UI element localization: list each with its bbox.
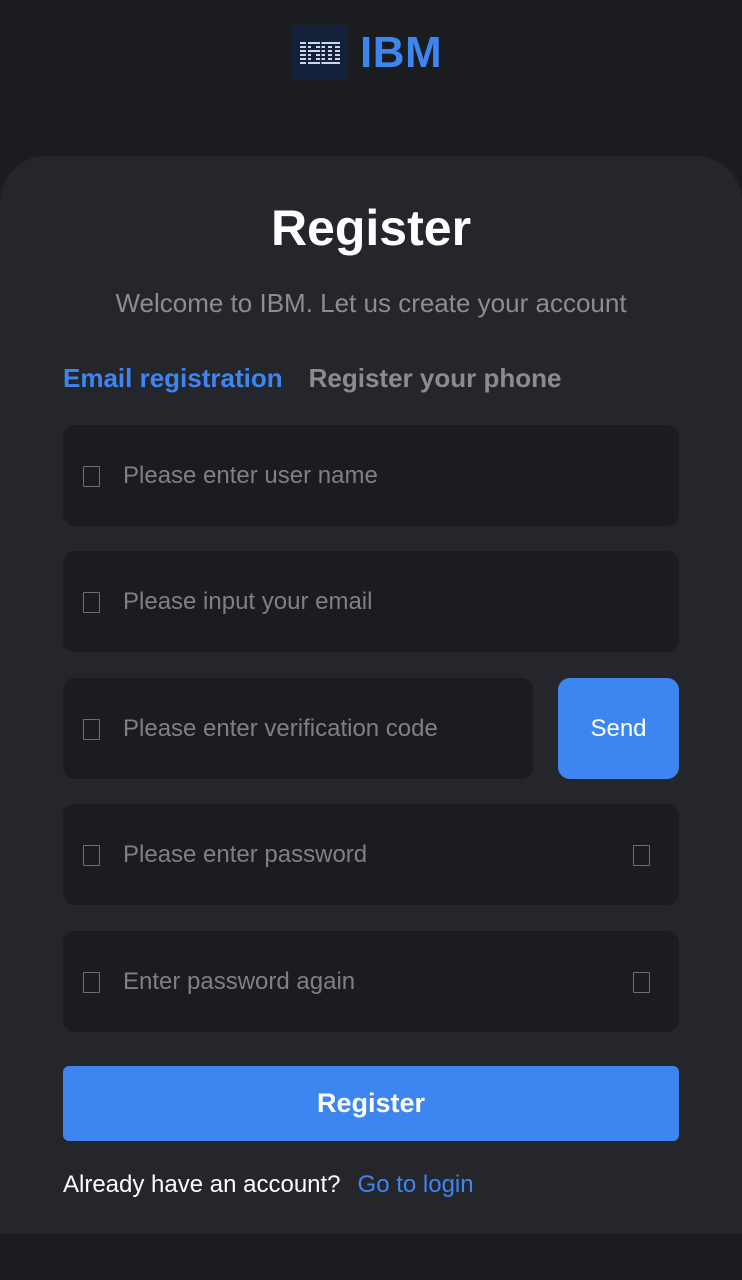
login-question: Already have an account? bbox=[63, 1171, 341, 1198]
eye-icon[interactable] bbox=[633, 845, 650, 866]
registration-tabs: Email registration Register your phone bbox=[63, 362, 561, 394]
go-to-login-link[interactable]: Go to login bbox=[358, 1170, 474, 1200]
register-button[interactable]: Register bbox=[63, 1066, 679, 1141]
email-field bbox=[63, 551, 679, 652]
mail-icon bbox=[83, 592, 100, 613]
verification-code-input[interactable] bbox=[123, 678, 513, 779]
brand-logo: IBM bbox=[292, 25, 442, 80]
send-code-button[interactable]: Send bbox=[558, 678, 679, 779]
brand-name: IBM bbox=[360, 27, 443, 77]
eye-icon[interactable] bbox=[633, 972, 650, 993]
page-title: Register bbox=[270, 200, 472, 256]
username-input[interactable] bbox=[123, 425, 623, 526]
password-again-field bbox=[63, 931, 679, 1032]
username-field bbox=[63, 425, 679, 526]
password-input[interactable] bbox=[123, 804, 623, 905]
header: IBM bbox=[0, 0, 742, 100]
register-page: IBM Register Welcome to IBM. Let us crea… bbox=[0, 0, 742, 1280]
login-prompt: Already have an account? Go to login bbox=[63, 1170, 474, 1200]
tab-register-phone[interactable]: Register your phone bbox=[309, 362, 562, 394]
password-again-input[interactable] bbox=[123, 931, 623, 1032]
page-subtitle: Welcome to IBM. Let us create your accou… bbox=[115, 288, 627, 318]
bottom-bar bbox=[0, 1234, 742, 1280]
password-field bbox=[63, 804, 679, 905]
ibm-logo-icon bbox=[292, 25, 348, 80]
shield-icon bbox=[83, 719, 100, 740]
lock-icon bbox=[83, 845, 100, 866]
verification-code-field bbox=[63, 678, 533, 779]
email-input[interactable] bbox=[123, 551, 623, 652]
lock-icon bbox=[83, 972, 100, 993]
ibm-logo-glyph bbox=[300, 41, 340, 64]
user-icon bbox=[83, 466, 100, 487]
tab-email-registration[interactable]: Email registration bbox=[63, 362, 283, 394]
